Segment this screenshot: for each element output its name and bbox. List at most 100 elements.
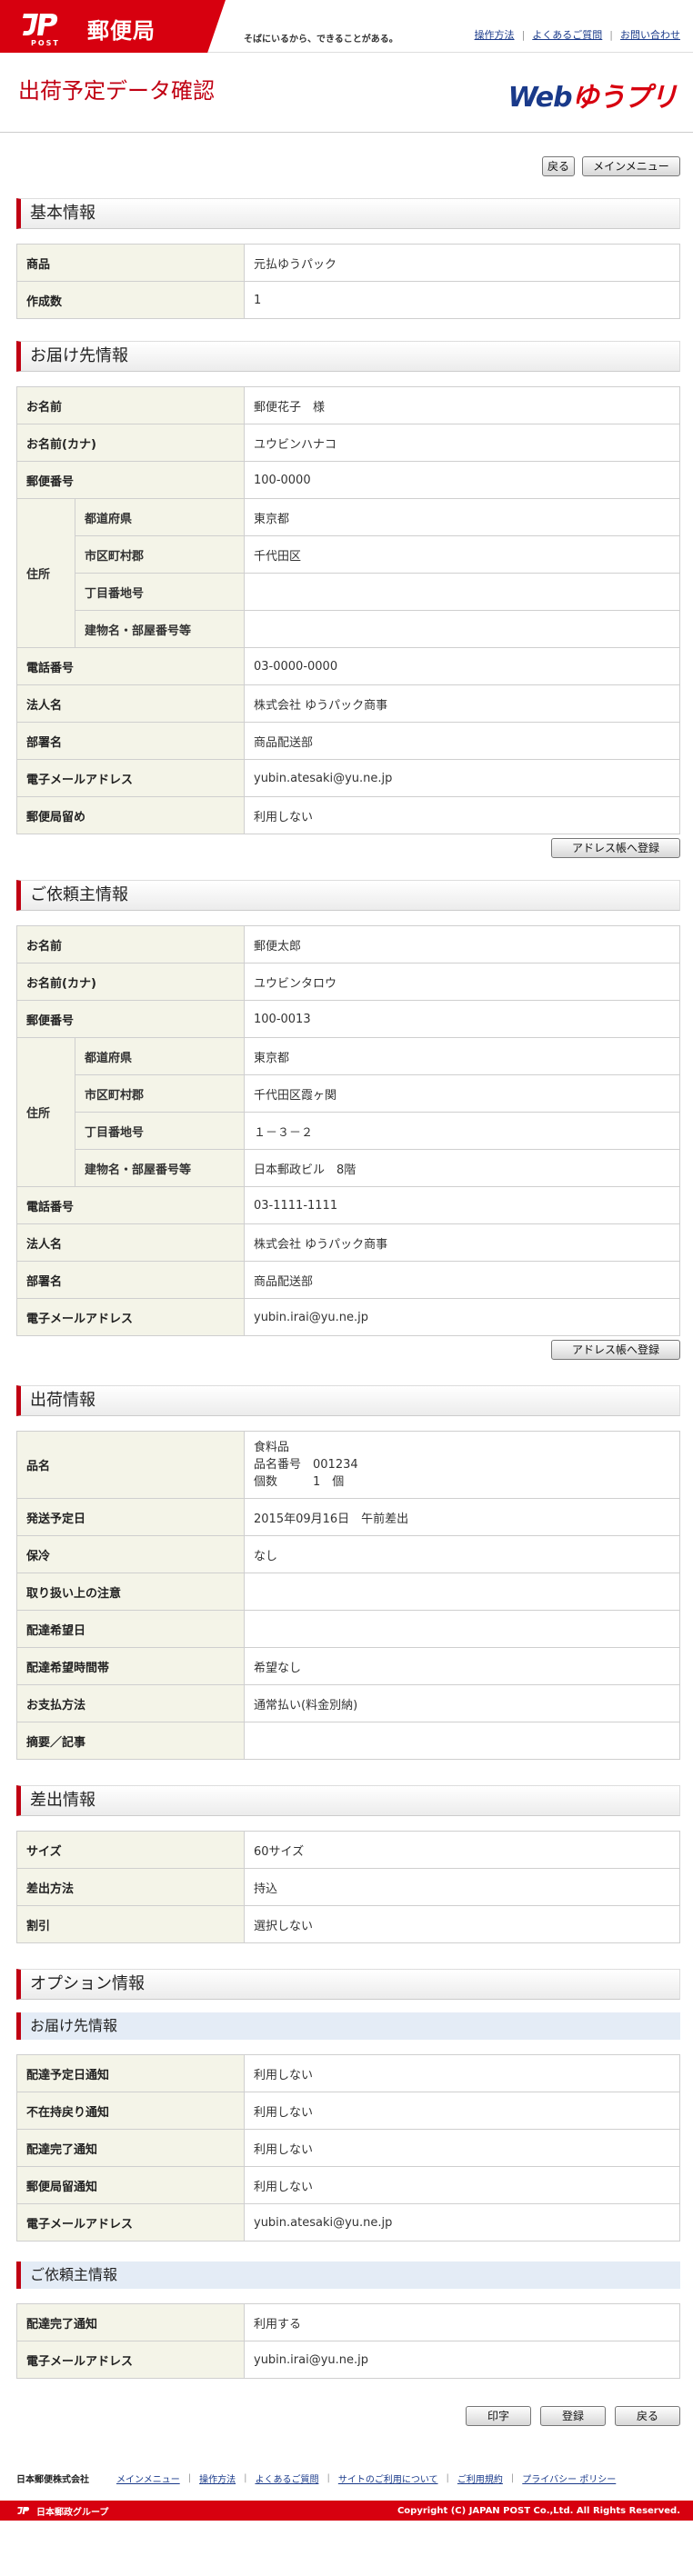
- sender-block: １－３－２: [244, 1112, 680, 1150]
- basic-info-table: 商品 元払ゆうパック 作成数 1: [16, 244, 680, 319]
- footer-link-howto[interactable]: 操作方法: [199, 2471, 236, 2485]
- row-label: 割引: [16, 1905, 245, 1943]
- footer-link-terms[interactable]: ご利用規約: [457, 2471, 503, 2485]
- table-row: サイズ 60サイズ: [16, 1831, 680, 1869]
- table-row: 市区町村郡 千代田区霞ヶ関: [17, 1074, 680, 1113]
- row-label: お名前: [16, 925, 245, 964]
- header-link-howto[interactable]: 操作方法: [475, 29, 515, 41]
- discount-value: 選択しない: [244, 1905, 680, 1943]
- table-row: 郵便番号 100-0013: [16, 1000, 680, 1038]
- sender-dept: 商品配送部: [244, 1261, 680, 1299]
- row-label: 電子メールアドレス: [16, 2203, 245, 2242]
- table-row: 部署名 商品配送部: [16, 1261, 680, 1299]
- table-row: 配達完了通知 利用しない: [16, 2129, 680, 2167]
- section-dispatch-heading: 差出情報: [16, 1785, 680, 1816]
- header-link-contact[interactable]: お問い合わせ: [620, 29, 680, 41]
- logo-sub-text: POST: [31, 39, 60, 47]
- register-button[interactable]: 登録: [540, 2406, 606, 2426]
- row-label: 発送予定日: [16, 1498, 245, 1536]
- table-row: 電子メールアドレス yubin.atesaki@yu.ne.jp: [16, 759, 680, 797]
- table-row: 電話番号 03-1111-1111: [16, 1186, 680, 1224]
- site-header: POST 郵便局 そばにいるから、できることがある。 操作方法 | よくあるご質問 |…: [0, 0, 693, 53]
- recipient-pref: 東京都: [244, 498, 680, 536]
- row-label: 作成数: [16, 281, 245, 319]
- sender-building: 日本郵政ビル 8階: [244, 1149, 680, 1187]
- table-row: お名前(カナ) ユウビンタロウ: [16, 963, 680, 1001]
- table-row: お名前(カナ) ユウビンハナコ: [16, 424, 680, 462]
- header-link-faq[interactable]: よくあるご質問: [532, 29, 602, 41]
- row-label: 丁目番地号: [75, 573, 245, 611]
- row-label: 法人名: [16, 684, 245, 723]
- sender-pref: 東京都: [244, 1037, 680, 1075]
- handling-value: [244, 1573, 680, 1611]
- section-recipient-heading: お届け先情報: [16, 341, 680, 372]
- jp-post-mark-icon: [17, 2507, 30, 2514]
- sender-zip: 100-0013: [244, 1000, 680, 1038]
- recipient-address-book-button[interactable]: アドレス帳へ登録: [551, 838, 680, 858]
- row-label: 郵便局留通知: [16, 2166, 245, 2204]
- shipment-table: 品名 食料品 品名番号 001234 個数 1 個 発送予定日 2015年09月1…: [16, 1431, 680, 1760]
- address-label: 住所: [16, 498, 75, 648]
- table-row: 電子メールアドレス yubin.irai@yu.ne.jp: [16, 1298, 680, 1336]
- item-number: 品名番号 001234: [254, 1458, 358, 1472]
- footer-group-text: 日本郵政グループ: [36, 2507, 109, 2518]
- sender-city: 千代田区霞ヶ関: [244, 1074, 680, 1113]
- r-absent-value: 利用しない: [244, 2092, 680, 2130]
- table-row: 保冷 なし: [16, 1535, 680, 1573]
- row-label: お名前(カナ): [16, 963, 245, 1001]
- footer-copyright: Copyright (C) JAPAN POST Co.,Ltd. All Ri…: [397, 2505, 680, 2516]
- options-recipient-heading: お届け先情報: [16, 2012, 680, 2040]
- row-label: 配達予定日通知: [16, 2054, 245, 2092]
- print-button[interactable]: 印字: [466, 2406, 531, 2426]
- brand-name: ゆうプリ: [571, 82, 678, 114]
- row-label: 部署名: [16, 722, 245, 760]
- recipient-register-row: アドレス帳へ登録: [16, 838, 680, 858]
- sender-name: 郵便太郎: [244, 925, 680, 964]
- row-label: 市区町村郡: [75, 535, 245, 574]
- top-button-row: 戻る メインメニュー: [16, 156, 680, 176]
- main-menu-button[interactable]: メインメニュー: [582, 156, 680, 176]
- row-label: 電子メールアドレス: [16, 2341, 245, 2379]
- row-label: 電子メールアドレス: [16, 1298, 245, 1336]
- table-row: 差出方法 持込: [16, 1868, 680, 1906]
- jp-post-mark-icon: [23, 14, 58, 35]
- table-row: 住所 都道府県 東京都: [16, 1037, 680, 1187]
- item-quantity: 個数 1 個: [254, 1475, 345, 1489]
- page-title: 出荷予定データ確認: [18, 78, 215, 104]
- row-label: 商品: [16, 244, 245, 282]
- table-row: 丁目番地号: [17, 573, 680, 611]
- recipient-table: お名前 郵便花子 様 お名前(カナ) ユウビンハナコ 郵便番号 100-0000 住所…: [16, 386, 680, 834]
- row-label: 不在持戻り通知: [16, 2092, 245, 2130]
- r-post-value: 利用しない: [244, 2166, 680, 2204]
- footer-link-main-menu[interactable]: メインメニュー: [116, 2471, 180, 2485]
- table-row: 発送予定日 2015年09月16日 午前差出: [16, 1498, 680, 1536]
- row-label: サイズ: [16, 1831, 245, 1869]
- footer-link-site-use[interactable]: サイトのご利用について: [338, 2471, 438, 2485]
- row-label: 配達完了通知: [16, 2129, 245, 2167]
- footer-link-faq[interactable]: よくあるご質問: [255, 2471, 318, 2485]
- recipient-email: yubin.atesaki@yu.ne.jp: [244, 759, 680, 797]
- row-label: 丁目番地号: [75, 1112, 245, 1150]
- recipient-name: 郵便花子 様: [244, 386, 680, 424]
- table-row: 郵便局留通知 利用しない: [16, 2166, 680, 2204]
- address-label: 住所: [16, 1037, 75, 1187]
- row-label: 郵便番号: [16, 1000, 245, 1038]
- recipient-dept: 商品配送部: [244, 722, 680, 760]
- ship-date: 2015年09月16日 午前差出: [244, 1498, 680, 1536]
- section-shipment-heading: 出荷情報: [16, 1385, 680, 1416]
- s-email-value: yubin.irai@yu.ne.jp: [244, 2341, 680, 2379]
- footer-links: 日本郵便株式会社 メインメニュー | 操作方法 | よくあるご質問 | サイトのご利用…: [16, 2471, 617, 2485]
- table-row: 品名 食料品 品名番号 001234 個数 1 個: [16, 1431, 680, 1499]
- footer-link-privacy[interactable]: プライバシー ポリシー: [522, 2471, 616, 2485]
- delivery-date-value: [244, 1610, 680, 1648]
- footer-bar: 日本郵政グループ Copyright (C) JAPAN POST Co.,Lt…: [0, 2501, 693, 2521]
- back-button-top[interactable]: 戻る: [541, 156, 575, 176]
- footer-group: 日本郵政グループ: [16, 2504, 108, 2518]
- sender-address-book-button[interactable]: アドレス帳へ登録: [551, 1340, 680, 1360]
- japan-post-logo[interactable]: POST 郵便局: [0, 0, 226, 53]
- table-row: 作成数 1: [16, 281, 680, 319]
- back-button-bottom[interactable]: 戻る: [615, 2406, 680, 2426]
- table-row: 配達希望時間帯 希望なし: [16, 1647, 680, 1685]
- row-label: 品名: [16, 1431, 245, 1499]
- dispatch-table: サイズ 60サイズ 差出方法 持込 割引 選択しない: [16, 1831, 680, 1943]
